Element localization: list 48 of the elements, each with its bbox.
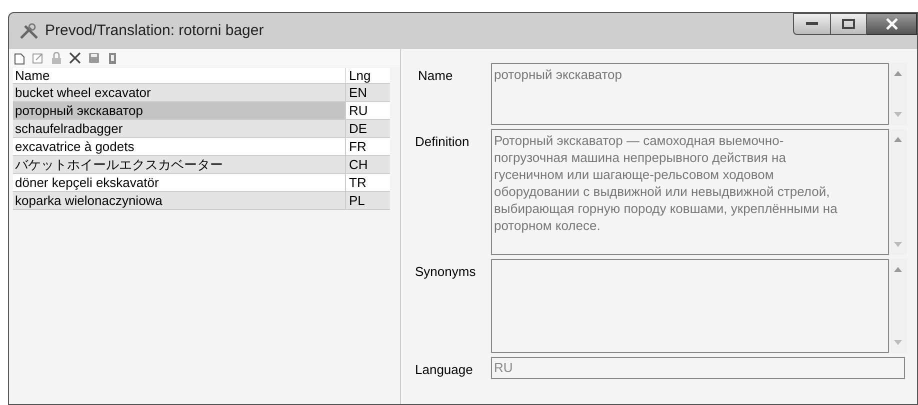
edit-icon[interactable] — [32, 52, 44, 64]
table-cell: excavatrice à godets — [13, 138, 346, 155]
column-header[interactable]: Name — [13, 68, 346, 83]
scroll-up-icon[interactable] — [894, 137, 902, 142]
close-button[interactable] — [867, 13, 917, 35]
scroll-down-icon[interactable] — [894, 112, 902, 117]
save-icon[interactable] — [88, 52, 100, 64]
field-label: Definition — [415, 133, 470, 151]
scroll-up-icon[interactable] — [894, 71, 902, 76]
minimize-button[interactable] — [793, 13, 831, 35]
table-cell-text: CH — [348, 156, 369, 173]
table-row[interactable]: роторный экскаватор RU — [13, 102, 390, 120]
new-document-icon[interactable] — [13, 52, 25, 64]
text-area[interactable]: роторный экскаватор — [491, 63, 889, 125]
table-row[interactable]: excavatrice à godets FR — [13, 138, 390, 156]
window-title: Prevod/Translation: rotorni bager — [45, 20, 264, 41]
maximize-button[interactable] — [831, 13, 867, 35]
table-row[interactable]: schaufelradbagger DE — [13, 120, 390, 138]
table-row[interactable]: koparka wielonaczyniowa PL — [13, 192, 390, 210]
lock-icon[interactable] — [51, 52, 62, 64]
table-cell: bucket wheel excavator — [13, 84, 346, 101]
table-cell-text: DE — [348, 120, 368, 137]
scroll-down-icon[interactable] — [894, 242, 902, 247]
scroll-up-icon[interactable] — [894, 267, 902, 272]
table-cell-text: TR — [348, 174, 368, 191]
table-row[interactable]: bucket wheel excavator EN — [13, 84, 390, 102]
delete-icon[interactable] — [69, 52, 81, 64]
table-row[interactable]: バケットホイールエクスカベーター CH — [13, 156, 390, 174]
table-cell-text: PL — [348, 192, 366, 209]
table-cell: döner kepçeli ekskavatör — [13, 174, 346, 191]
table-cell: schaufelradbagger — [13, 120, 346, 137]
field-label: Name — [417, 67, 454, 85]
field-label: Language — [415, 361, 474, 379]
table-cell: RU — [346, 102, 390, 119]
table-row[interactable]: döner kepçeli ekskavatör TR — [13, 174, 390, 192]
text-area[interactable]: Роторный экскаватор — самоходная выемочно-погрузочная машина непрерывного действия на гусеничном или шагающе-рельсовом ходовом оборудовании с выдвижной или невыдвижной стрелой, выбирающая горную породу ковшами, укреплёнными на роторном колесе. — [491, 129, 889, 255]
close-icon — [884, 18, 898, 30]
text-area[interactable] — [491, 259, 889, 353]
maximize-icon — [842, 19, 855, 29]
table-cell: バケットホイールエクスカベーター — [13, 156, 346, 173]
table-cell-text: EN — [348, 84, 368, 101]
table-cell-text: FR — [348, 138, 368, 155]
minimize-icon — [806, 22, 818, 26]
column-header[interactable]: Lng — [346, 68, 390, 83]
exit-door-icon[interactable] — [107, 52, 118, 64]
scroll-down-icon[interactable] — [894, 340, 902, 345]
field-label: Synonyms — [415, 263, 477, 281]
table-cell: koparka wielonaczyniowa — [13, 192, 346, 209]
